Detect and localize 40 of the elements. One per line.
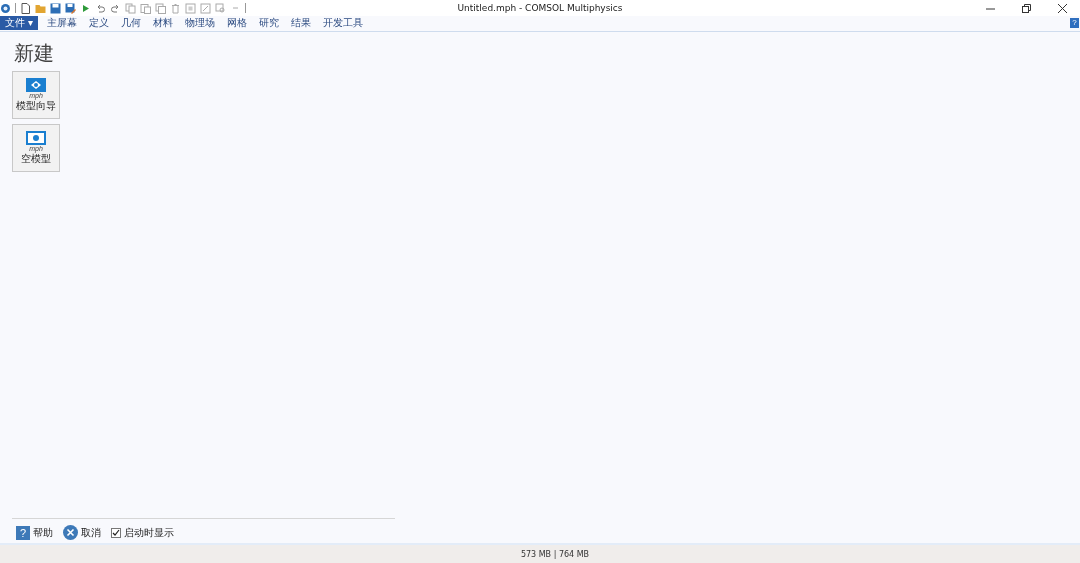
card-label: 模型向导: [16, 100, 56, 112]
duplicate-icon[interactable]: [155, 2, 166, 14]
ribbon-tab[interactable]: 结果: [290, 16, 311, 30]
model-file-icon: [26, 78, 46, 92]
save-icon[interactable]: [50, 2, 61, 14]
new-file-icon[interactable]: [20, 2, 31, 14]
ribbon-tab[interactable]: 材料: [152, 16, 173, 30]
frame-icon[interactable]: [185, 2, 196, 14]
checkbox[interactable]: [111, 527, 121, 538]
run-icon[interactable]: [80, 2, 91, 14]
file-menu[interactable]: 文件 ▾: [0, 16, 38, 30]
redo-icon[interactable]: [110, 2, 121, 14]
paste-icon[interactable]: [140, 2, 151, 14]
restore-icon: [1021, 3, 1031, 13]
copy-icon[interactable]: [125, 2, 136, 14]
ribbon-tab[interactable]: 开发工具: [322, 16, 363, 30]
checkbox-label: 启动时显示: [124, 525, 174, 540]
model-file-icon: [26, 131, 46, 145]
ribbon-tab[interactable]: 物理场: [184, 16, 215, 30]
undo-icon[interactable]: [95, 2, 106, 14]
ribbon-tab[interactable]: 研究: [258, 16, 279, 30]
ribbon-tab[interactable]: 定义: [88, 16, 109, 30]
frame-icon[interactable]: [200, 2, 211, 14]
app-icon[interactable]: [0, 2, 11, 14]
help-button[interactable]: ?: [1070, 18, 1079, 28]
card-label: 空模型: [21, 153, 51, 165]
memory-usage: 573 MB | 764 MB: [519, 549, 590, 559]
save-as-icon[interactable]: [65, 2, 76, 14]
page-heading: 新建: [14, 40, 55, 67]
ribbon-tab[interactable]: 网格: [226, 16, 247, 30]
cancel-button[interactable]: 取消: [63, 525, 101, 540]
help-icon: ?: [16, 525, 30, 540]
close-icon: [63, 525, 78, 540]
zoom-icon[interactable]: [215, 2, 226, 14]
trash-icon[interactable]: [170, 2, 181, 14]
ribbon-tab[interactable]: 几何: [120, 16, 141, 30]
help-button[interactable]: ? 帮助: [16, 525, 53, 540]
ribbon-tab[interactable]: 主屏幕: [46, 16, 77, 30]
close-icon: [1057, 3, 1067, 13]
window-title: Untitled.mph - COMSOL Multiphysics: [457, 3, 623, 13]
